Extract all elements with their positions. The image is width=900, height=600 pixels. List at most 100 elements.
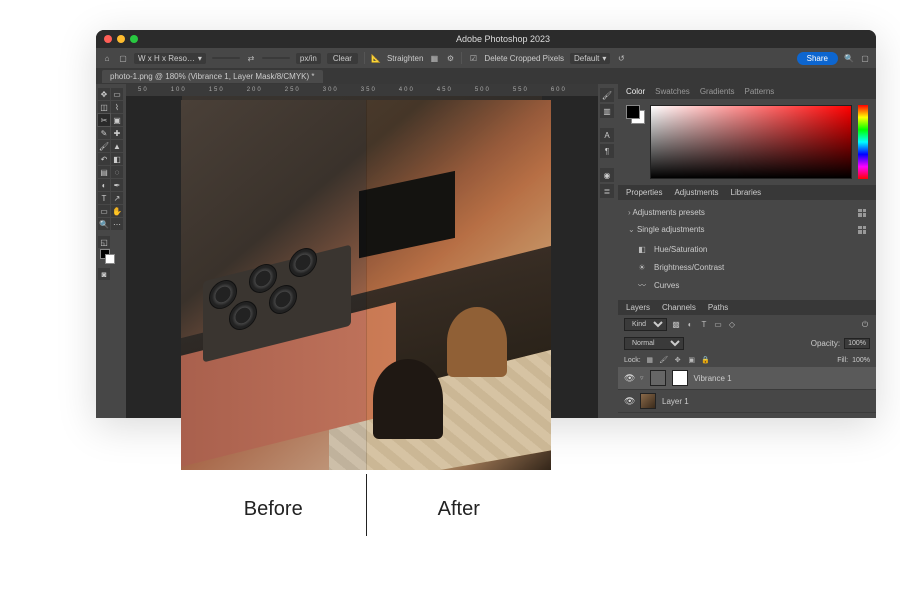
straighten-icon[interactable]: 📐 [371,53,381,63]
tab-adjustments[interactable]: Adjustments [674,188,718,197]
brushes-panel-icon[interactable]: 🖌 [600,88,614,102]
reset-icon[interactable]: ↺ [616,53,626,63]
frame-tool[interactable]: ▣ [111,114,123,126]
search-icon[interactable]: 🔍 [844,53,854,63]
glyphs-panel-icon[interactable]: ◉ [600,168,614,182]
edit-toolbar[interactable]: ⋯ [111,218,123,230]
crop-tool[interactable]: ✂ [98,114,110,126]
height-input[interactable] [262,57,290,59]
opacity-input[interactable]: 100% [844,338,870,349]
grid-icon[interactable] [858,209,866,217]
adjustment-hue-saturation[interactable]: ◧ Hue/Saturation [618,240,876,258]
dodge-tool[interactable]: ◐ [98,179,110,191]
tab-libraries[interactable]: Libraries [731,188,762,197]
type-tool[interactable]: T [98,192,110,204]
unit-dropdown[interactable]: px/in [296,53,321,64]
blend-mode-dropdown[interactable]: Normal [624,337,684,350]
lasso-tool[interactable]: ⌇ [111,101,123,113]
clear-button[interactable]: Clear [327,53,358,64]
tab-gradients[interactable]: Gradients [700,87,735,96]
tab-patterns[interactable]: Patterns [745,87,775,96]
adjustment-label: Hue/Saturation [654,245,707,254]
swap-icon[interactable]: ⇄ [246,53,256,63]
layer-row[interactable]: 👁 Layer 1 [618,390,876,413]
workspace-icon[interactable]: ▢ [860,53,870,63]
lock-position-icon[interactable]: ✥ [673,355,683,365]
marquee-tool[interactable]: ◫ [98,101,110,113]
layers-filter-row: Kind ▩ ◐ T ▭ ◇ ⏻ [618,315,876,334]
overlay-icon[interactable]: ▦ [429,53,439,63]
zoom-tool[interactable]: 🔍 [98,218,110,230]
move-tool[interactable]: ✥ [98,88,110,100]
filter-type-icon[interactable]: T [699,320,709,330]
lock-artboard-icon[interactable]: ▣ [687,355,697,365]
tab-color[interactable]: Color [626,87,645,96]
visibility-toggle[interactable]: 👁 [624,396,634,407]
tab-paths[interactable]: Paths [708,303,728,312]
preset-label: W x H x Reso… [138,54,195,63]
hand-tool[interactable]: ✋ [111,205,123,217]
brush-tool[interactable]: 🖌 [98,140,110,152]
close-icon[interactable] [104,35,112,43]
visibility-toggle[interactable]: 👁 [624,373,634,384]
crop-icon[interactable]: ▢ [118,53,128,63]
artboard-tool[interactable]: ▭ [111,88,123,100]
paragraph-panel-icon[interactable]: ¶ [600,144,614,158]
eraser-tool[interactable]: ◧ [111,153,123,165]
document-tab[interactable]: photo-1.png @ 180% (Vibrance 1, Layer Ma… [102,70,323,83]
hue-slider[interactable] [858,105,868,179]
grid-icon[interactable] [858,226,866,234]
pen-tool[interactable]: ✒ [111,179,123,191]
minimize-icon[interactable] [117,35,125,43]
color-swatches[interactable] [626,105,644,123]
adjustment-brightness-contrast[interactable]: ☀ Brightness/Contrast [618,258,876,276]
background-color[interactable] [105,254,115,264]
fill-input[interactable]: 100% [852,357,870,364]
eyedropper-tool[interactable]: ✎ [98,127,110,139]
lock-pixels-icon[interactable]: 🖌 [659,355,669,365]
lock-label: Lock: [624,357,641,364]
options-bar: ⌂ ▢ W x H x Reso… ▾ ⇄ px/in Clear 📐 Stra… [96,48,876,68]
tab-channels[interactable]: Channels [662,303,696,312]
tab-properties[interactable]: Properties [626,188,662,197]
character-panel-icon[interactable]: A [600,128,614,142]
zoom-icon[interactable] [130,35,138,43]
default-colors-icon[interactable]: ◱ [98,236,110,248]
quickmask-tool[interactable]: ◙ [98,268,110,280]
color-field[interactable] [650,105,852,179]
filter-smart-icon[interactable]: ◇ [727,320,737,330]
straighten-label: Straighten [387,54,423,63]
filter-toggle-icon[interactable]: ⏻ [860,320,870,330]
single-adjustments-row[interactable]: ⌄ Single adjustments [618,221,876,238]
layer-row[interactable]: 👁 ▿ Vibrance 1 [618,367,876,390]
history-brush-tool[interactable]: ↶ [98,153,110,165]
content-aware-dropdown[interactable]: Default ▾ [570,53,610,64]
gear-icon[interactable]: ⚙ [445,53,455,63]
stamp-tool[interactable]: ▲ [111,140,123,152]
blur-tool[interactable]: ◌ [111,166,123,178]
checkbox-icon[interactable]: ☑ [468,53,478,63]
gradient-tool[interactable]: ▤ [98,166,110,178]
clone-panel-icon[interactable]: ▥ [600,104,614,118]
filter-adjust-icon[interactable]: ◐ [685,320,695,330]
fg-swatch[interactable] [626,105,640,119]
history-panel-icon[interactable]: ≣ [600,184,614,198]
adjustment-curves[interactable]: 〰 Curves [618,276,876,294]
filter-shape-icon[interactable]: ▭ [713,320,723,330]
preset-dropdown[interactable]: W x H x Reso… ▾ [134,53,206,64]
path-tool[interactable]: ↗ [111,192,123,204]
filter-pixel-icon[interactable]: ▩ [671,320,681,330]
share-button[interactable]: Share [797,52,838,65]
shape-tool[interactable]: ▭ [98,205,110,217]
tab-layers[interactable]: Layers [626,303,650,312]
adjustments-presets-row[interactable]: › Adjustments presets [618,204,876,221]
home-icon[interactable]: ⌂ [102,53,112,63]
fill-label: Fill: [837,357,848,364]
width-input[interactable] [212,57,240,59]
heal-tool[interactable]: ✚ [111,127,123,139]
layer-kind-filter[interactable]: Kind [624,318,667,331]
lock-transparent-icon[interactable]: ▦ [645,355,655,365]
lock-all-icon[interactable]: 🔒 [701,355,711,365]
tab-swatches[interactable]: Swatches [655,87,690,96]
content-aware-label: Default [574,54,599,63]
